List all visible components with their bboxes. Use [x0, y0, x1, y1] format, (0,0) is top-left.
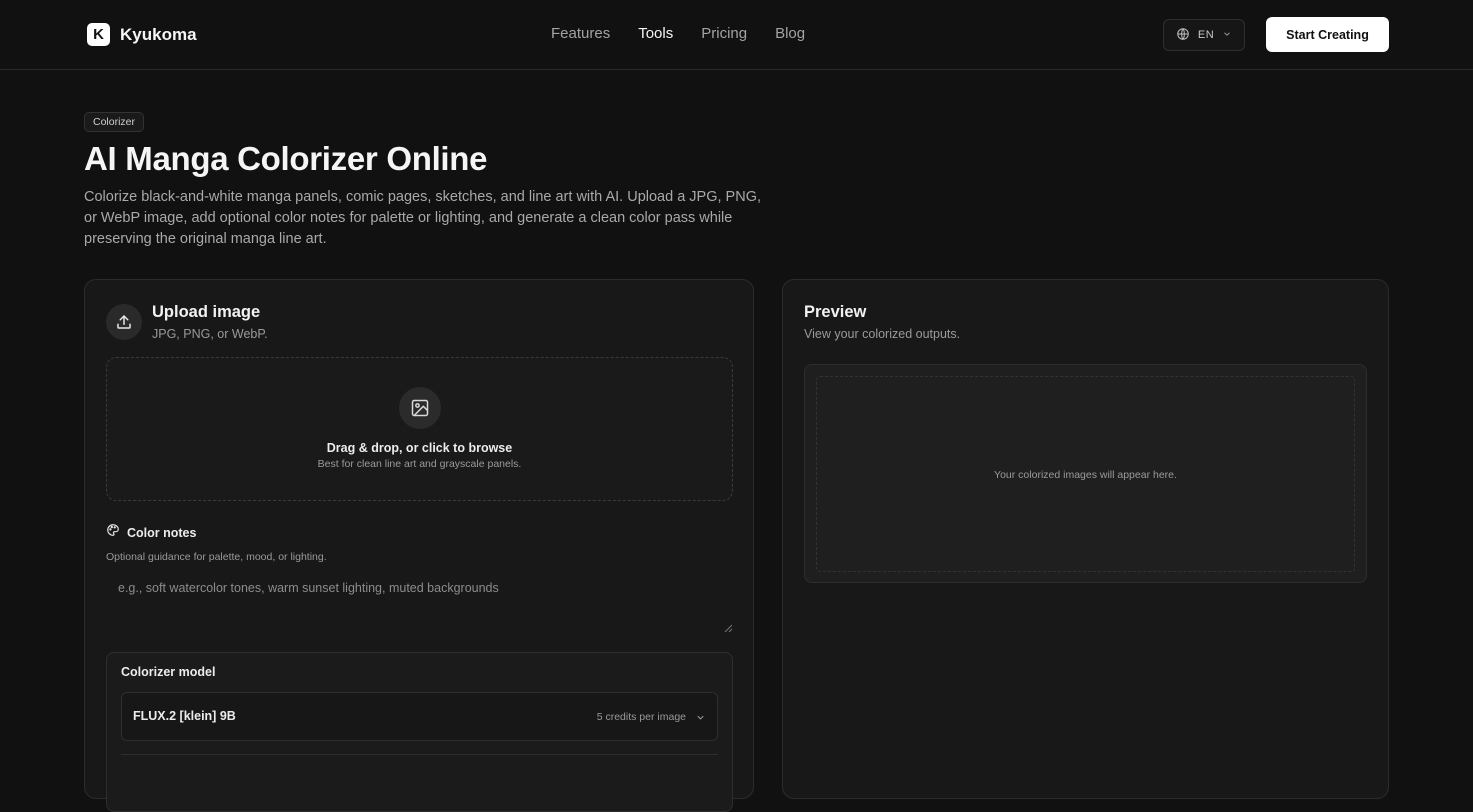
start-creating-button[interactable]: Start Creating	[1266, 17, 1389, 52]
palette-icon	[106, 523, 120, 542]
brand-logo: K	[87, 23, 110, 46]
color-notes-help: Optional guidance for palette, mood, or …	[106, 551, 327, 563]
model-section: Colorizer model FLUX.2 [klein] 9B 5 cred…	[106, 652, 733, 812]
nav-blog[interactable]: Blog	[775, 25, 805, 42]
page-badge: Colorizer	[84, 112, 145, 132]
globe-icon	[1176, 27, 1190, 44]
chevron-down-icon	[1222, 29, 1232, 42]
preview-title: Preview	[804, 303, 867, 321]
nav-tools[interactable]: Tools	[638, 25, 673, 42]
language-selector[interactable]: EN	[1163, 19, 1245, 51]
upload-icon	[106, 304, 142, 340]
model-credits: 5 credits per image	[596, 711, 686, 723]
preview-subtitle: View your colorized outputs.	[804, 327, 961, 341]
divider	[121, 754, 718, 755]
brand-name: Kyukoma	[120, 24, 197, 44]
preview-area: Your colorized images will appear here.	[804, 364, 1367, 583]
dropzone-subtitle: Best for clean line art and grayscale pa…	[317, 458, 522, 470]
nav-features[interactable]: Features	[551, 25, 610, 42]
brand[interactable]: K Kyukoma	[87, 23, 197, 46]
color-notes-label: Color notes	[127, 525, 197, 540]
upload-panel: Upload image JPG, PNG, or WebP. Drag & d…	[84, 279, 754, 812]
preview-empty-text: Your colorized images will appear here.	[994, 469, 1177, 481]
site-header: K Kyukoma Features Tools Pricing Blog EN…	[0, 0, 1473, 70]
nav-pricing[interactable]: Pricing	[701, 25, 747, 42]
image-icon	[399, 387, 441, 429]
language-label: EN	[1197, 29, 1215, 41]
upload-title: Upload image	[152, 303, 261, 321]
main-nav: Features Tools Pricing Blog	[551, 25, 805, 42]
dropzone-title: Drag & drop, or click to browse	[326, 441, 513, 455]
page-title: AI Manga Colorizer Online	[84, 140, 488, 177]
resize-handle-icon[interactable]	[724, 620, 733, 633]
image-dropzone[interactable]: Drag & drop, or click to browse Best for…	[106, 357, 733, 501]
model-label: Colorizer model	[121, 665, 216, 679]
model-select[interactable]: FLUX.2 [klein] 9B 5 credits per image	[121, 692, 718, 741]
preview-placeholder: Your colorized images will appear here.	[816, 376, 1355, 572]
color-notes-input[interactable]	[106, 571, 733, 631]
chevron-down-icon	[695, 710, 706, 728]
preview-panel: Preview View your colorized outputs. You…	[782, 279, 1389, 799]
model-selected-value: FLUX.2 [klein] 9B	[133, 709, 236, 723]
color-notes-header: Color notes	[106, 523, 196, 542]
page-subtitle: Colorize black-and-white manga panels, c…	[84, 189, 761, 247]
upload-subtitle: JPG, PNG, or WebP.	[152, 327, 268, 341]
